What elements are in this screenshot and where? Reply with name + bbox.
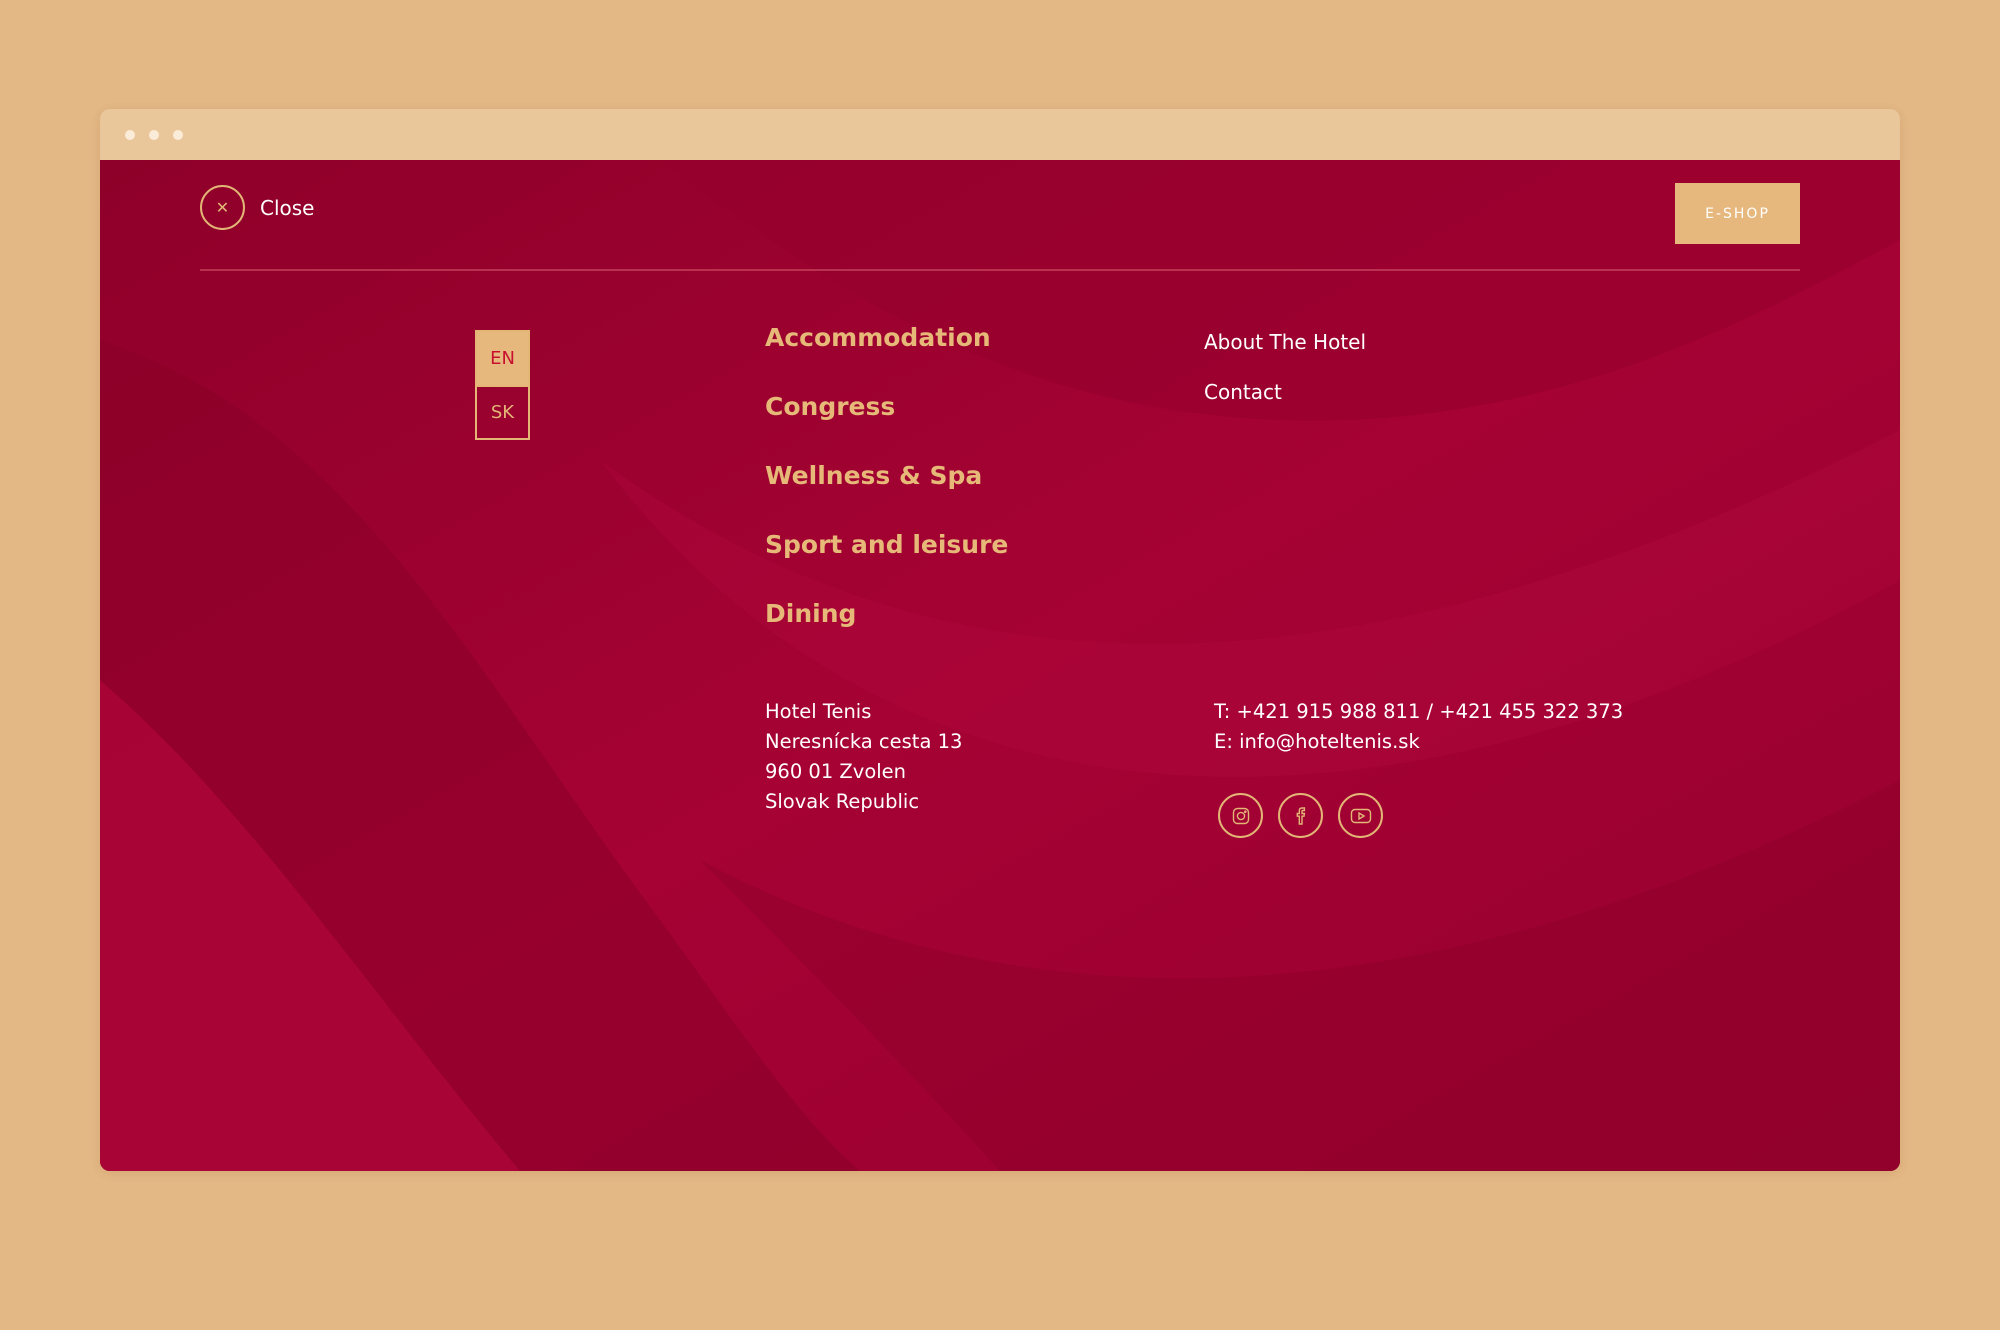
header-divider [200, 269, 1800, 271]
window-dot [149, 130, 159, 140]
language-switcher: EN SK [475, 330, 530, 440]
contact-info: T: +421 915 988 811 / +421 455 322 373 E… [1214, 697, 1623, 757]
eshop-button[interactable]: E-SHOP [1675, 183, 1800, 244]
nav-congress[interactable]: Congress [765, 392, 895, 421]
window-dot [173, 130, 183, 140]
email-link[interactable]: info@hoteltenis.sk [1239, 730, 1420, 753]
close-label: Close [260, 195, 315, 220]
hotel-address: Hotel Tenis Neresnícka cesta 13 960 01 Z… [765, 697, 962, 817]
address-country: Slovak Republic [765, 790, 920, 813]
nav-sport-leisure[interactable]: Sport and leisure [765, 530, 1008, 559]
nav-dining[interactable]: Dining [765, 599, 856, 628]
silk-background [100, 160, 1900, 1171]
email-prefix: E: [1214, 730, 1233, 753]
facebook-icon[interactable] [1278, 793, 1323, 838]
nav-contact[interactable]: Contact [1204, 380, 1282, 404]
phone-link[interactable]: +421 915 988 811 / +421 455 322 373 [1237, 700, 1624, 723]
address-street: Neresnícka cesta 13 [765, 730, 963, 753]
address-city: 960 01 Zvolen [765, 760, 907, 783]
instagram-icon[interactable] [1218, 793, 1263, 838]
language-en[interactable]: EN [477, 332, 528, 385]
nav-wellness-spa[interactable]: Wellness & Spa [765, 461, 982, 490]
hotel-name: Hotel Tenis [765, 700, 872, 723]
window-titlebar [100, 109, 1900, 160]
menu-overlay: ✕ Close E-SHOP EN SK Accommodation Congr… [100, 160, 1900, 1171]
nav-accommodation[interactable]: Accommodation [765, 323, 991, 352]
phone-prefix: T: [1214, 700, 1231, 723]
close-icon: ✕ [200, 185, 245, 230]
window-dot [125, 130, 135, 140]
language-sk[interactable]: SK [477, 385, 528, 438]
youtube-icon[interactable] [1338, 793, 1383, 838]
nav-about-hotel[interactable]: About The Hotel [1204, 330, 1366, 354]
close-button[interactable]: ✕ Close [200, 185, 314, 230]
social-links [1218, 793, 1383, 838]
browser-window: ✕ Close E-SHOP EN SK Accommodation Congr… [100, 109, 1900, 1171]
